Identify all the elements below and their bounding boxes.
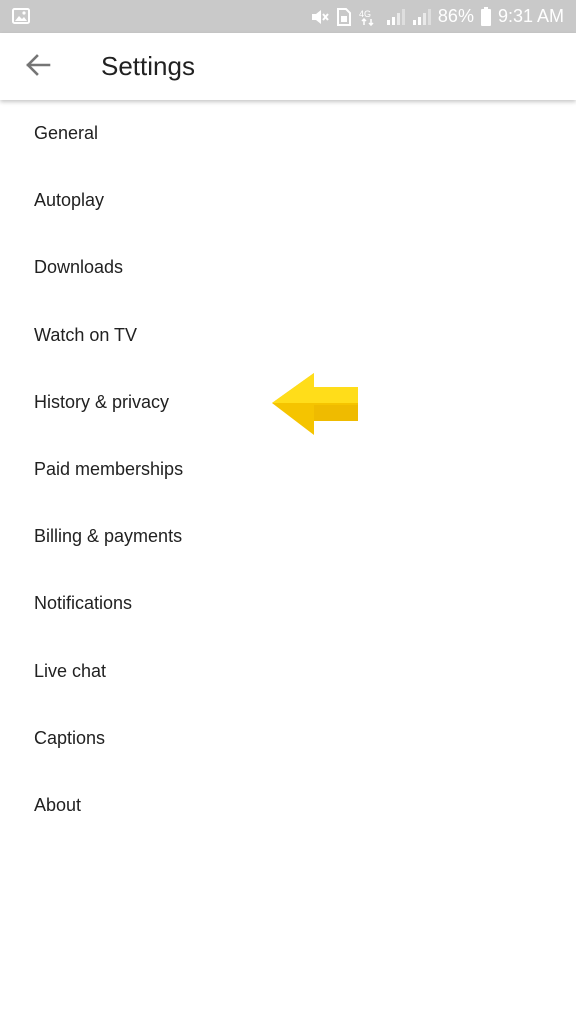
- signal-strength-icon: [386, 8, 406, 26]
- settings-item-captions[interactable]: Captions: [0, 705, 576, 772]
- left-arrow-icon: [270, 371, 362, 437]
- settings-item-downloads[interactable]: Downloads: [0, 234, 576, 301]
- back-button[interactable]: [18, 47, 58, 87]
- battery-icon: [480, 6, 492, 27]
- status-time: 9:31 AM: [497, 6, 564, 26]
- settings-item-label: Live chat: [34, 660, 107, 681]
- settings-item-about[interactable]: About: [0, 772, 576, 839]
- back-arrow-icon: [25, 53, 51, 82]
- settings-item-autoplay[interactable]: Autoplay: [0, 167, 576, 234]
- app-bar: Settings: [0, 33, 576, 100]
- settings-item-live-chat[interactable]: Live chat: [0, 638, 576, 705]
- settings-item-label: Captions: [34, 727, 106, 748]
- settings-item-billing-payments[interactable]: Billing & payments: [0, 503, 576, 570]
- image-notification-icon: [12, 8, 30, 24]
- settings-item-label: Paid memberships: [34, 459, 184, 480]
- settings-item-label: Billing & payments: [34, 526, 183, 547]
- settings-item-label: History & privacy: [34, 391, 170, 412]
- settings-list: General Autoplay Downloads Watch on TV H…: [0, 100, 576, 839]
- settings-item-label: Notifications: [34, 593, 133, 614]
- settings-item-paid-memberships[interactable]: Paid memberships: [0, 436, 576, 503]
- status-bar: 4G 86% 9:31 AM: [0, 0, 576, 33]
- mute-icon: [310, 8, 330, 26]
- settings-item-label: General: [34, 123, 99, 144]
- network-type-icon: 4G: [358, 8, 380, 26]
- sim-card-icon: [336, 7, 352, 26]
- settings-item-label: Watch on TV: [34, 324, 138, 345]
- settings-item-watch-on-tv[interactable]: Watch on TV: [0, 302, 576, 369]
- settings-item-label: About: [34, 794, 82, 815]
- settings-item-label: Autoplay: [34, 190, 105, 211]
- page-title: Settings: [101, 51, 195, 81]
- settings-item-notifications[interactable]: Notifications: [0, 570, 576, 637]
- signal-strength-icon: [412, 8, 432, 26]
- svg-text:4G: 4G: [359, 9, 371, 19]
- settings-item-general[interactable]: General: [0, 100, 576, 167]
- battery-percent: 86%: [437, 6, 474, 26]
- settings-item-label: Downloads: [34, 257, 124, 278]
- status-icons: 4G 86% 9:31 AM: [310, 0, 564, 33]
